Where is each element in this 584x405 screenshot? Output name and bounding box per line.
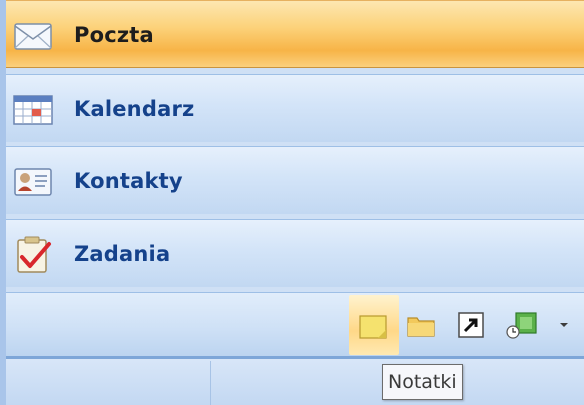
shortcuts-button[interactable] (456, 310, 486, 340)
notes-icon (359, 315, 387, 339)
journal-button[interactable] (504, 310, 537, 340)
nav-item-poczta[interactable]: Poczta (6, 0, 584, 68)
navigation-pane: Poczta Kalendarz Kontakty Zadania Notatk… (0, 0, 584, 405)
chevron-down-icon (560, 323, 568, 327)
folder-icon (407, 317, 435, 337)
nav-label-zadania: Zadania (74, 242, 171, 266)
notes-button[interactable] (349, 295, 399, 355)
status-divider (210, 361, 211, 405)
nav-item-kalendarz[interactable]: Kalendarz (6, 74, 584, 142)
mail-envelope-icon (14, 23, 52, 50)
journal-icon (506, 312, 537, 339)
tooltip: Notatki (382, 364, 463, 400)
nav-item-zadania[interactable]: Zadania (6, 219, 584, 287)
shortcut-arrow-icon (458, 312, 484, 338)
status-bar (6, 356, 584, 405)
nav-label-kontakty: Kontakty (74, 169, 183, 193)
calendar-icon (13, 95, 53, 125)
nav-label-poczta: Poczta (74, 23, 154, 47)
contact-card-icon (14, 168, 52, 196)
folder-button[interactable] (406, 310, 436, 340)
nav-item-kontakty[interactable]: Kontakty (6, 146, 584, 214)
task-checkmark-icon (17, 236, 51, 273)
nav-label-kalendarz: Kalendarz (74, 97, 195, 121)
nav-toolbar (6, 292, 584, 356)
configure-buttons-dropdown[interactable] (554, 310, 574, 340)
